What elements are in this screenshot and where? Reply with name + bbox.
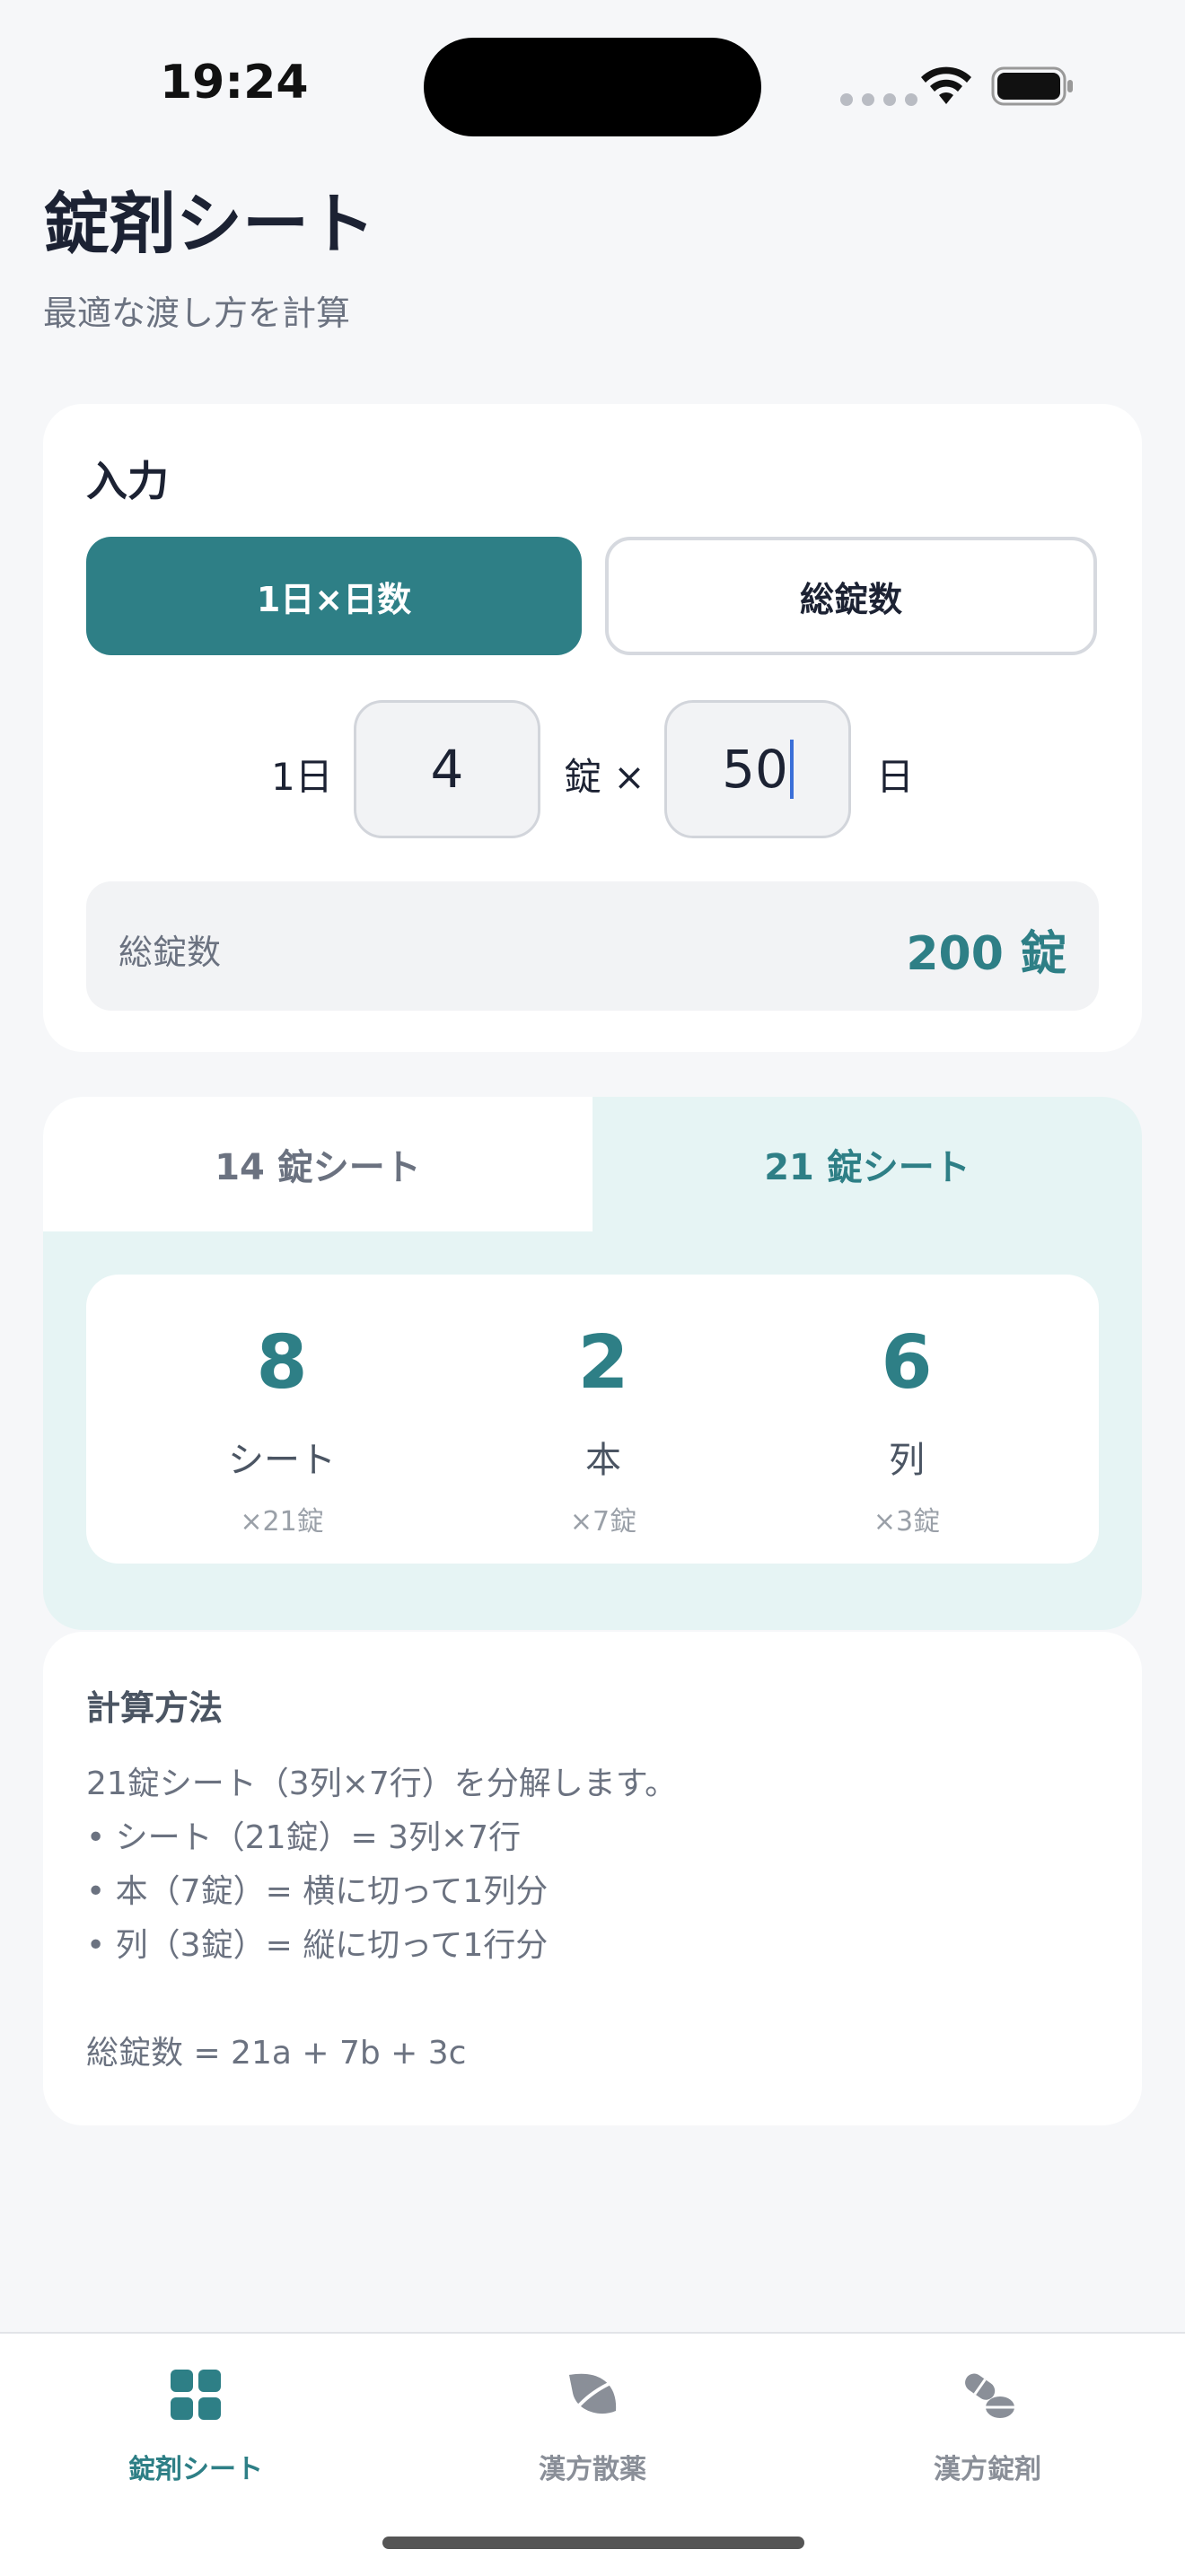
text-caret <box>789 740 794 799</box>
status-time: 19:24 <box>160 56 309 110</box>
tabbar-item-kampo-tablet[interactable]: 漢方錠剤 <box>853 2366 1122 2486</box>
total-label: 総錠数 <box>118 933 222 972</box>
result-panel: 8 シート ×21錠 2 本 ×7錠 6 列 ×3錠 <box>86 1275 1099 1564</box>
result-count: 8 <box>256 1320 308 1406</box>
home-indicator[interactable] <box>382 2537 804 2549</box>
days-unit-label: 日 <box>876 755 915 799</box>
tabbar-label: 錠剤シート <box>128 2454 263 2485</box>
page-title: 錠剤シート <box>43 186 375 263</box>
tabbar-item-kampo-powder[interactable]: 漢方散薬 <box>458 2366 727 2486</box>
mode-total-button[interactable]: 総錠数 <box>605 537 1097 655</box>
days-input[interactable]: 50 <box>664 700 851 838</box>
tabbar-label: 漢方錠剤 <box>934 2454 1041 2485</box>
result-count: 6 <box>881 1320 933 1406</box>
per-day-label: 1日 <box>271 755 333 799</box>
per-day-input[interactable]: 4 <box>354 700 540 838</box>
per-day-value: 4 <box>430 739 464 800</box>
method-body: 21錠シート（3列×7行）を分解します。 • シート（21錠）= 3列×7行 •… <box>86 1766 678 2072</box>
signal-dots-icon <box>840 93 917 106</box>
tabbar-label: 漢方散薬 <box>539 2454 646 2485</box>
method-title: 計算方法 <box>86 1688 224 1728</box>
tabbar-item-tablet-sheet[interactable]: 錠剤シート <box>61 2366 330 2486</box>
result-detail: ×3錠 <box>873 1506 941 1538</box>
tablet-times-label: 錠 × <box>564 755 645 799</box>
result-unit: シート <box>228 1440 336 1481</box>
pill-icon <box>965 2373 1014 2418</box>
result-count: 2 <box>577 1320 629 1406</box>
result-rows: 6 列 ×3錠 <box>763 1275 1050 1538</box>
input-card-title: 入力 <box>86 457 169 505</box>
mode-per-day-button[interactable]: 1日×日数 <box>86 537 582 655</box>
wifi-icon <box>921 66 971 104</box>
dynamic-island <box>424 38 761 136</box>
days-value: 50 <box>722 739 788 800</box>
leaf-icon <box>566 2373 617 2420</box>
result-detail: ×21錠 <box>240 1506 324 1538</box>
result-detail: ×7錠 <box>569 1506 637 1538</box>
result-sheets: 8 シート ×21錠 <box>138 1275 426 1538</box>
grid-icon <box>171 2370 221 2420</box>
result-strips: 2 本 ×7錠 <box>460 1275 747 1538</box>
result-unit: 列 <box>889 1440 925 1481</box>
total-summary: 総錠数 200 錠 <box>86 881 1099 1011</box>
method-card: 計算方法 21錠シート（3列×7行）を分解します。 • シート（21錠）= 3列… <box>43 1632 1142 2125</box>
tab-14-sheet[interactable]: 14 錠シート <box>43 1097 592 1231</box>
total-value: 200 錠 <box>906 927 1066 981</box>
page-subtitle: 最適な渡し方を計算 <box>43 294 351 333</box>
result-unit: 本 <box>585 1440 621 1481</box>
result-card: 14 錠シート 21 錠シート 8 シート ×21錠 2 本 ×7錠 6 列 ×… <box>43 1097 1142 1630</box>
tab-21-sheet[interactable]: 21 錠シート <box>592 1097 1142 1231</box>
battery-icon <box>991 66 1073 106</box>
